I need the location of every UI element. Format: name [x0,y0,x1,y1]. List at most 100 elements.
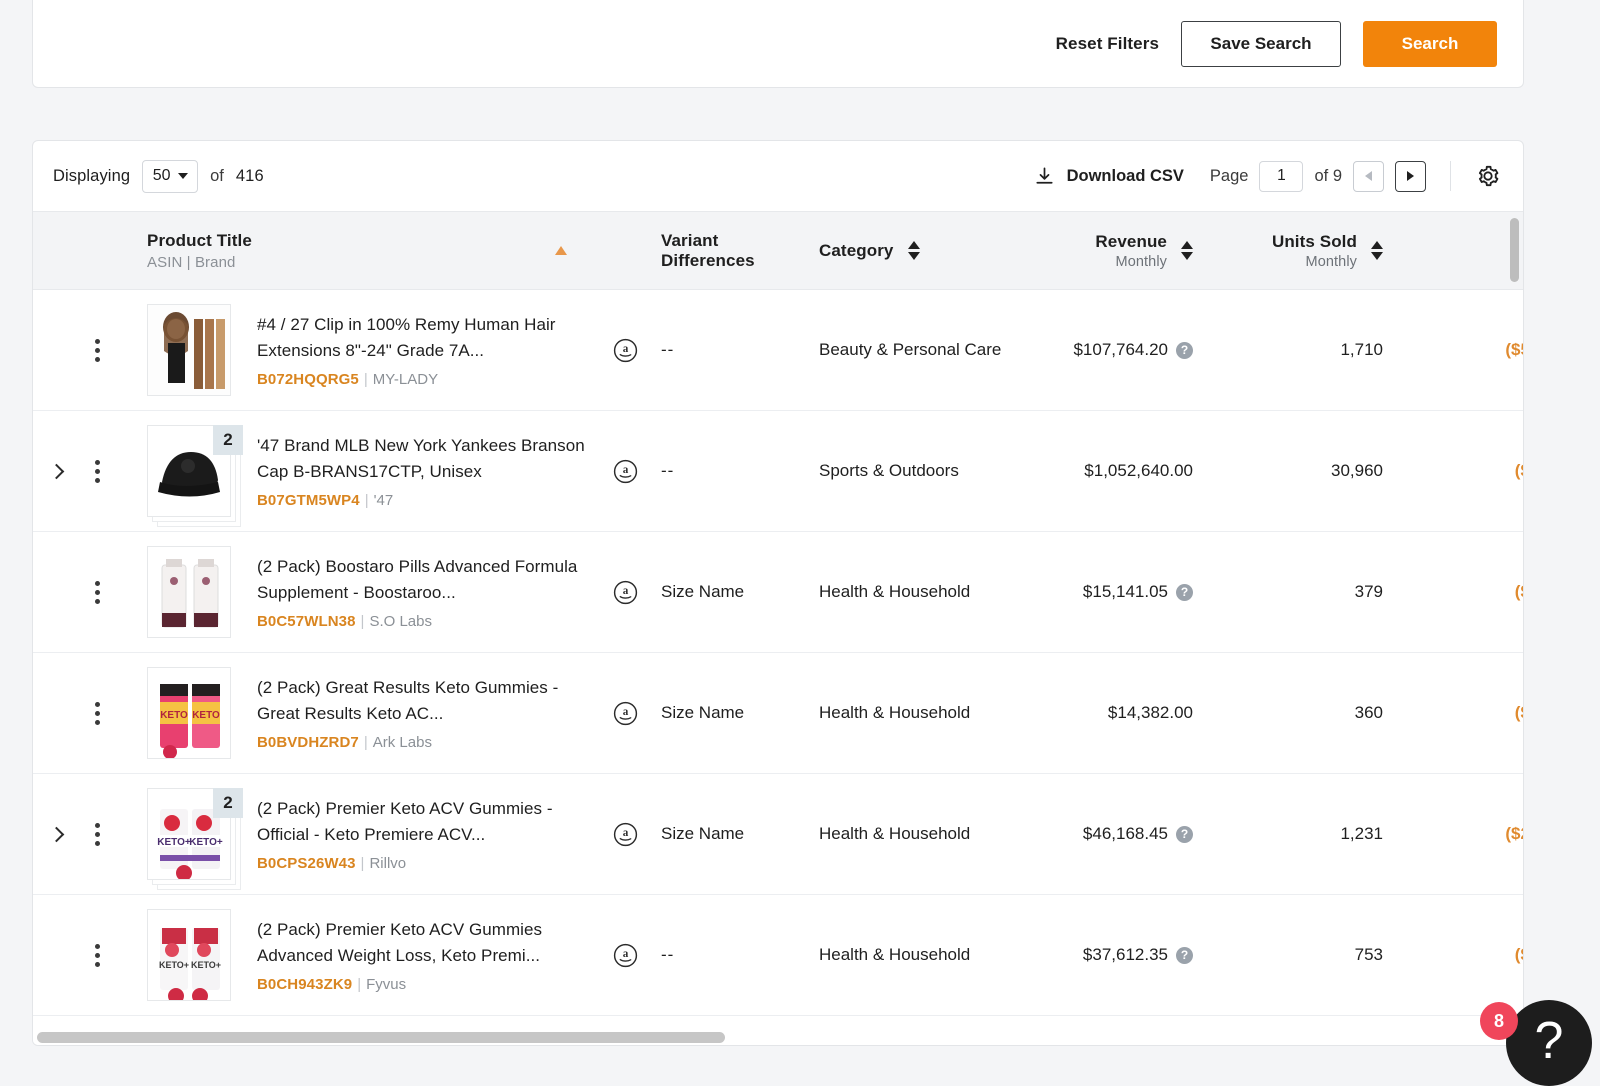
header-revenue[interactable]: Revenue Monthly [1007,212,1193,289]
page-number-input[interactable] [1259,161,1303,192]
row-actions-menu[interactable] [95,339,100,362]
revenue-info-icon[interactable]: ? [1176,342,1193,359]
table-row[interactable]: (2 Pack) Boostaro Pills Advanced Formula… [33,532,1523,653]
thumbnail-frame [147,304,231,396]
horizontal-scroll-thumb[interactable] [37,1032,725,1043]
svg-text:a: a [622,947,628,959]
header-asin-brand-label: ASIN | Brand [147,254,252,271]
table-row[interactable]: 2 '47 Brand MLB New York Yankees Branson… [33,411,1523,532]
expand-row-cell [33,774,79,894]
product-asin[interactable]: B072HQQRG5 [257,371,359,388]
product-thumbnail[interactable] [147,546,243,638]
header-revenue-sublabel: Monthly [1116,254,1167,270]
product-title[interactable]: #4 / 27 Clip in 100% Remy Human Hair Ext… [257,312,589,365]
product-brand[interactable]: Rillvo [369,855,406,872]
table-inner: Product Title ASIN | Brand Variant Diffe… [33,212,1523,1016]
table-row[interactable]: KETO+KETO+ (2 Pack) Premier Keto ACV Gum… [33,895,1523,1016]
header-category[interactable]: Category [819,212,1007,289]
header-variant-differences[interactable]: Variant Differences [661,212,819,289]
product-asin[interactable]: B0BVDHZRD7 [257,734,359,751]
product-brand[interactable]: '47 [374,492,394,509]
category-cell: Health & Household [819,532,1007,652]
previous-page-button[interactable] [1353,161,1384,192]
search-button[interactable]: Search [1363,21,1497,67]
header-revenue-label: Revenue [1095,232,1167,252]
expand-row-button[interactable] [33,774,79,894]
page-size-select[interactable]: 50 [142,160,198,193]
page-label: Page [1210,167,1249,186]
product-brand[interactable]: Fyvus [366,976,406,993]
sort-toggle-icon[interactable] [1371,241,1383,260]
settings-button[interactable] [1475,163,1501,189]
revenue-value: $1,052,640.00 [1084,461,1193,481]
table-body: #4 / 27 Clip in 100% Remy Human Hair Ext… [33,290,1523,1016]
row-actions-menu[interactable] [95,702,100,725]
sort-toggle-icon[interactable] [908,241,920,260]
table-row[interactable]: KETO+KETO+ 2 (2 Pack) Premier Keto ACV G… [33,774,1523,895]
header-variant-line2: Differences [661,251,755,271]
product-thumbnail[interactable]: KETO+KETO+ 2 [147,788,243,880]
svg-text:KETO+: KETO+ [159,960,189,970]
price-value: ($27.17 [1505,824,1523,844]
help-button[interactable]: ? [1506,1000,1592,1086]
row-actions-menu[interactable] [95,944,100,967]
product-asin[interactable]: B0C57WLN38 [257,613,356,630]
product-meta: B0C57WLN38|S.O Labs [257,613,589,630]
product-meta: B0CH943ZK9|Fyvus [257,976,589,993]
revenue-info-icon[interactable]: ? [1176,947,1193,964]
download-csv-button[interactable]: Download CSV [1033,165,1184,188]
product-title[interactable]: '47 Brand MLB New York Yankees Branson C… [257,433,589,486]
header-units-sold[interactable]: Units Sold Monthly [1193,212,1383,289]
product-brand[interactable]: MY-LADY [373,371,438,388]
svg-text:a: a [622,463,628,475]
chevron-down-icon [178,173,188,179]
category-value: Sports & Outdoors [819,458,959,484]
table-vertical-scrollbar[interactable] [1510,218,1519,282]
product-thumbnail[interactable]: KETO+KETO+ [147,909,243,1001]
marketplace-cell: a [589,532,661,652]
product-asin[interactable]: B0CPS26W43 [257,855,356,872]
product-asin[interactable]: B0CH943ZK9 [257,976,352,993]
product-asin[interactable]: B07GTM5WP4 [257,492,360,509]
expand-row-cell [33,290,79,410]
download-csv-label: Download CSV [1067,167,1184,186]
chevron-right-icon [48,826,64,842]
product-meta: B0BVDHZRD7|Ark Labs [257,734,589,751]
toolbar-right-group: Download CSV Page of 9 [1033,161,1501,192]
table-row[interactable]: KETOKETO (2 Pack) Great Results Keto Gum… [33,653,1523,774]
product-thumbnail[interactable]: 2 [147,425,243,517]
product-brand[interactable]: Ark Labs [373,734,432,751]
table-horizontal-scrollbar[interactable] [33,1029,1523,1046]
product-thumbnail[interactable]: KETOKETO [147,667,243,759]
save-search-button[interactable]: Save Search [1181,21,1341,67]
next-page-button[interactable] [1395,161,1426,192]
expand-row-button[interactable] [33,411,79,531]
svg-text:a: a [622,584,628,596]
marketplace-cell: a [589,895,661,1015]
sort-toggle-icon[interactable] [1181,241,1193,260]
units-sold-value: 360 [1355,703,1383,723]
price-value: ($50.50 [1505,340,1523,360]
product-title[interactable]: (2 Pack) Premier Keto ACV Gummies Advanc… [257,917,589,970]
revenue-info-icon[interactable]: ? [1176,826,1193,843]
revenue-info-icon[interactable]: ? [1176,584,1193,601]
product-title[interactable]: (2 Pack) Premier Keto ACV Gummies - Offi… [257,796,589,849]
svg-text:KETO: KETO [160,710,188,721]
variant-differences-value: -- [661,340,674,360]
row-actions-cell [79,895,141,1015]
product-title[interactable]: (2 Pack) Boostaro Pills Advanced Formula… [257,554,589,607]
table-row[interactable]: #4 / 27 Clip in 100% Remy Human Hair Ext… [33,290,1523,411]
product-thumbnail[interactable] [147,304,243,396]
meta-separator: | [364,371,368,388]
variant-differences-value: Size Name [661,579,744,605]
amazon-icon: a [612,337,639,364]
product-brand[interactable]: S.O Labs [369,613,432,630]
row-actions-menu[interactable] [95,581,100,604]
category-cell: Health & Household [819,895,1007,1015]
reset-filters-button[interactable]: Reset Filters [1056,34,1159,54]
price-value: ($38.9 [1515,945,1523,965]
product-title[interactable]: (2 Pack) Great Results Keto Gummies - Gr… [257,675,589,728]
row-actions-menu[interactable] [95,460,100,483]
header-product-title[interactable]: Product Title ASIN | Brand [141,212,589,289]
row-actions-menu[interactable] [95,823,100,846]
